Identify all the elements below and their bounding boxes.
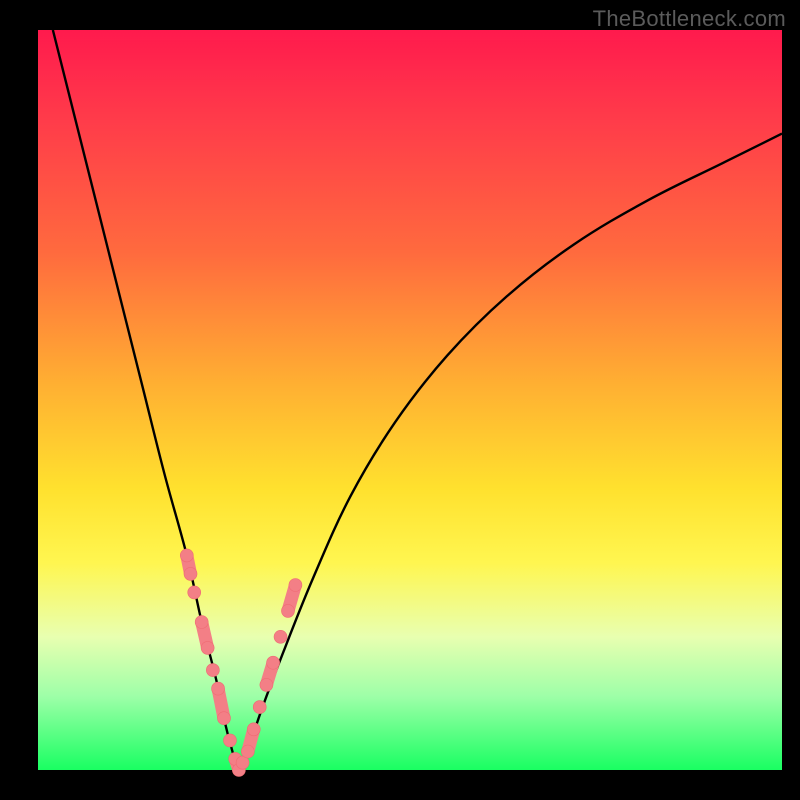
marker-dot [289,579,302,592]
plot-area [38,30,782,770]
marker-dot [253,701,266,714]
marker-dot [218,712,231,725]
bottleneck-curve-svg [38,30,782,770]
marker-dot [201,641,214,654]
marker-dot [223,734,236,747]
marker-dot [184,567,197,580]
marker-dot [195,616,208,629]
marker-group [180,549,302,777]
marker-dot [212,682,225,695]
marker-dot [206,664,219,677]
marker-dot [180,549,193,562]
marker-dot [274,630,287,643]
marker-dot [281,604,294,617]
marker-dot [260,678,273,691]
watermark-text: TheBottleneck.com [593,6,786,32]
marker-dot [188,586,201,599]
marker-dot [241,745,254,758]
chart-frame: TheBottleneck.com [0,0,800,800]
bottleneck-curve-path [53,30,782,770]
marker-dot [267,656,280,669]
marker-dot [247,723,260,736]
